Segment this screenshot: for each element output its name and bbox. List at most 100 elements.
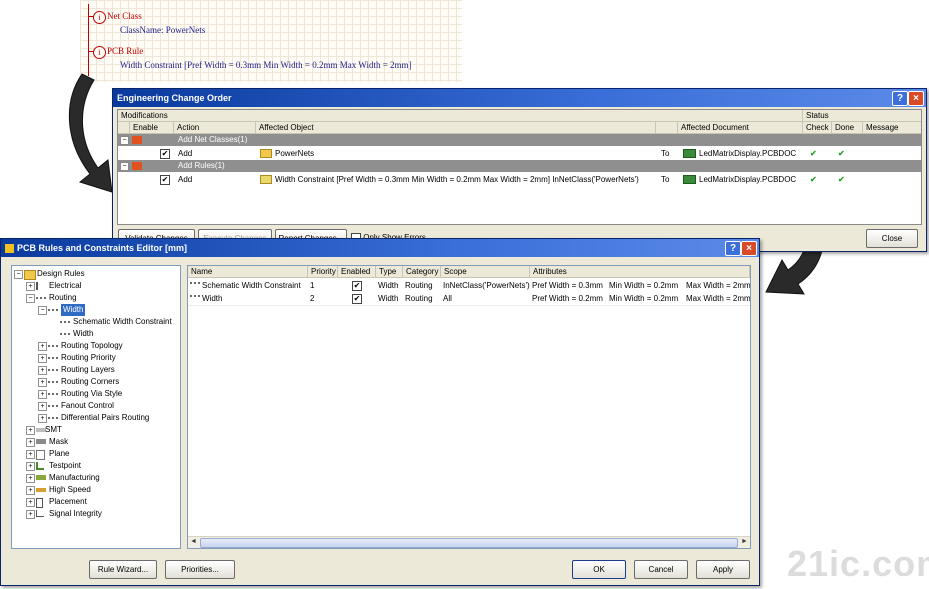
- rule-row[interactable]: Width 2 ✔ Width Routing All Pref Width =…: [188, 292, 750, 306]
- close-icon[interactable]: ×: [741, 241, 757, 256]
- rule-attr-max-width: Max Width = 2mm: [686, 281, 751, 290]
- rule-wizard-button[interactable]: Rule Wizard...: [89, 560, 157, 579]
- expand-icon[interactable]: +: [26, 486, 35, 495]
- close-button[interactable]: Close: [866, 229, 918, 248]
- rules-editor-window: PCB Rules and Constraints Editor [mm] ? …: [0, 238, 760, 586]
- expand-icon[interactable]: +: [38, 354, 47, 363]
- message-column-header[interactable]: Message: [863, 122, 921, 134]
- rule-row[interactable]: Schematic Width Constraint 1 ✔ Width Rou…: [188, 279, 750, 292]
- enable-checkbox[interactable]: ✔: [160, 149, 170, 159]
- watermark-logo: 21ic.com: [787, 543, 929, 584]
- expand-icon[interactable]: +: [26, 426, 35, 435]
- priorities-button[interactable]: Priorities...: [165, 560, 235, 579]
- done-ok-icon: ✔: [838, 149, 845, 158]
- rule-icon: [190, 281, 200, 290]
- close-icon[interactable]: ×: [908, 91, 924, 106]
- rule-type-cell: Width: [378, 281, 399, 290]
- eco-row[interactable]: ✔ Add PowerNets To LedMatrixDisplay.PCBD…: [118, 147, 921, 160]
- enabled-column-header[interactable]: Enabled: [338, 266, 376, 278]
- rule-category-cell: Routing: [405, 294, 433, 303]
- affected-document-cell: LedMatrixDisplay.PCBDOC: [683, 173, 796, 186]
- net-class-param: ClassName: PowerNets: [120, 25, 206, 35]
- affected-object-cell: Width Constraint [Pref Width = 0.3mm Min…: [260, 173, 639, 186]
- apply-button[interactable]: Apply: [696, 560, 750, 579]
- horizontal-scrollbar[interactable]: ◄ ►: [188, 536, 750, 548]
- collapse-icon[interactable]: −: [120, 136, 129, 145]
- rule-scope-cell: All: [443, 294, 452, 303]
- collapse-icon[interactable]: −: [120, 162, 129, 171]
- rule-attr-max-width: Max Width = 2mm: [686, 294, 751, 303]
- enable-checkbox[interactable]: ✔: [160, 175, 170, 185]
- rule-attr-pref-width: Pref Width = 0.2mm: [532, 294, 603, 303]
- done-ok-icon: ✔: [838, 175, 845, 184]
- scope-column-header[interactable]: Scope: [441, 266, 530, 278]
- expand-icon[interactable]: +: [26, 498, 35, 507]
- scroll-right-icon[interactable]: ►: [739, 537, 750, 547]
- expand-icon[interactable]: +: [38, 390, 47, 399]
- category-column-header[interactable]: Category: [403, 266, 441, 278]
- done-column-header[interactable]: Done: [832, 122, 863, 134]
- rule-priority-cell: 1: [310, 281, 315, 290]
- check-column-header[interactable]: Check: [803, 122, 832, 134]
- action-column-header[interactable]: Action: [174, 122, 256, 134]
- to-cell: To: [661, 175, 670, 184]
- pcb-rule-label: PCB Rule: [107, 46, 144, 56]
- group-add-rules[interactable]: − Add Rules(1): [118, 160, 921, 172]
- priority-column-header[interactable]: Priority: [308, 266, 338, 278]
- mask-icon: [36, 439, 46, 444]
- expand-icon[interactable]: +: [38, 378, 47, 387]
- collapse-icon[interactable]: −: [38, 306, 47, 315]
- high-speed-icon: [36, 488, 46, 492]
- placement-icon: [36, 498, 43, 508]
- expand-icon[interactable]: +: [38, 342, 47, 351]
- rule-icon: [48, 393, 58, 399]
- affected-document-column-header[interactable]: Affected Document: [678, 122, 803, 134]
- collapse-icon[interactable]: −: [14, 270, 23, 279]
- type-column-header[interactable]: Type: [376, 266, 403, 278]
- attributes-column-header[interactable]: Attributes: [530, 266, 750, 278]
- expand-icon[interactable]: +: [38, 366, 47, 375]
- rule-icon: [48, 309, 58, 315]
- enable-column-header[interactable]: Enable: [130, 122, 174, 134]
- expand-icon[interactable]: +: [26, 450, 35, 459]
- rule-icon: [60, 321, 70, 327]
- rule-enabled-checkbox[interactable]: ✔: [352, 281, 362, 291]
- group-label: Add Rules(1): [178, 161, 225, 170]
- affected-object-cell: PowerNets: [260, 147, 314, 160]
- group-label: Add Net Classes(1): [178, 135, 248, 144]
- status-header: Status: [803, 110, 921, 122]
- ok-button[interactable]: OK: [572, 560, 626, 579]
- name-column-header[interactable]: Name: [188, 266, 308, 278]
- rules-tree[interactable]: − Design Rules + Electrical − Routing − …: [11, 265, 181, 549]
- expand-icon[interactable]: +: [26, 438, 35, 447]
- expand-icon[interactable]: +: [38, 402, 47, 411]
- help-icon[interactable]: ?: [725, 241, 741, 256]
- folder-icon: [24, 270, 36, 280]
- scrollbar-thumb[interactable]: [200, 538, 738, 548]
- rule-enabled-checkbox[interactable]: ✔: [352, 294, 362, 304]
- scroll-left-icon[interactable]: ◄: [188, 537, 199, 547]
- altium-logo-icon: [5, 244, 14, 254]
- rule-type-cell: Width: [378, 294, 399, 303]
- manufacturing-icon: [36, 475, 46, 480]
- check-ok-icon: ✔: [810, 175, 817, 184]
- help-icon[interactable]: ?: [892, 91, 908, 106]
- expand-icon[interactable]: +: [26, 474, 35, 483]
- rule-name-cell: Width: [190, 292, 222, 305]
- expand-icon[interactable]: +: [26, 510, 35, 519]
- eco-window: Engineering Change Order ? × Modificatio…: [112, 88, 927, 252]
- eco-row[interactable]: ✔ Add Width Constraint [Pref Width = 0.3…: [118, 173, 921, 186]
- net-class-label: Net Class: [107, 11, 142, 21]
- expand-icon[interactable]: +: [38, 414, 47, 423]
- collapse-icon[interactable]: −: [26, 294, 35, 303]
- group-add-net-classes[interactable]: − Add Net Classes(1): [118, 134, 921, 146]
- affected-object-column-header[interactable]: Affected Object: [256, 122, 656, 134]
- rule-icon: [48, 405, 58, 411]
- expand-icon[interactable]: +: [26, 282, 35, 291]
- rule-priority-cell: 2: [310, 294, 315, 303]
- cancel-button[interactable]: Cancel: [634, 560, 688, 579]
- expand-icon[interactable]: +: [26, 462, 35, 471]
- pcb-document-icon: [683, 175, 696, 185]
- rule-icon: [48, 417, 58, 423]
- schematic-annotation-area: i Net Class ClassName: PowerNets i PCB R…: [80, 0, 462, 82]
